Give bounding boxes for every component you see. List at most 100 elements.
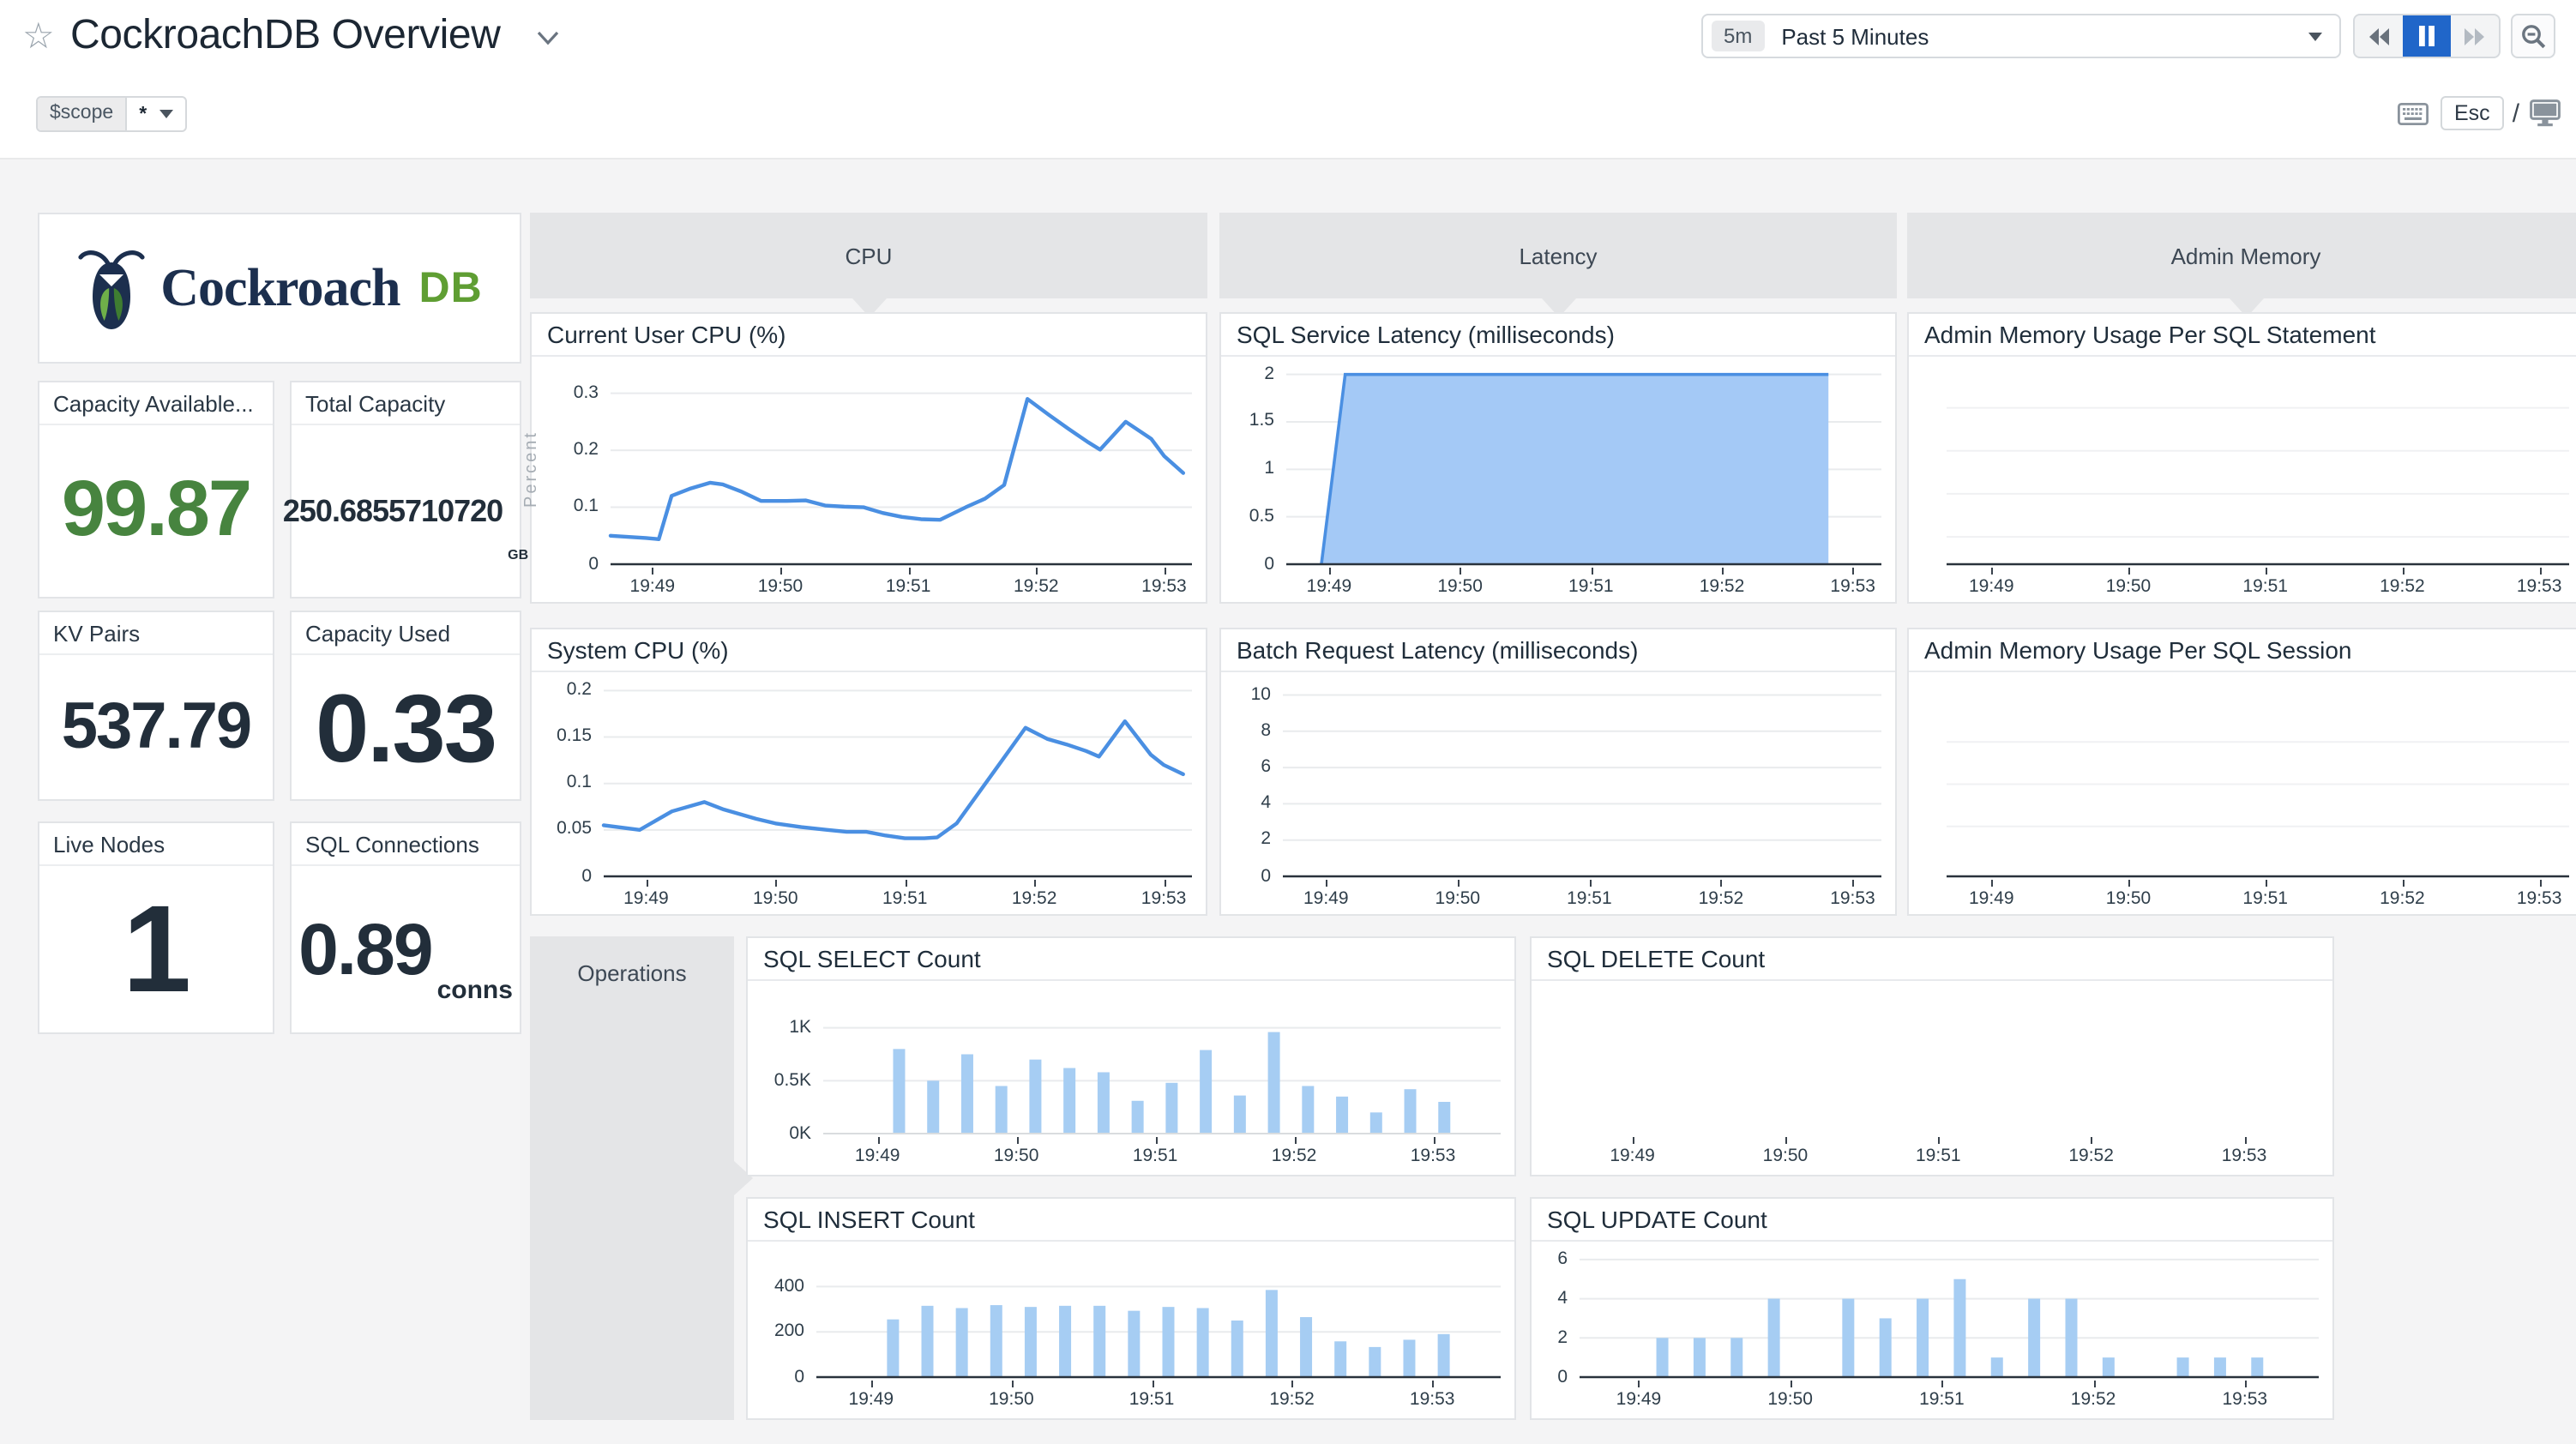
rewind-button[interactable]: [2355, 15, 2403, 57]
zoom-out-button[interactable]: [2511, 14, 2555, 58]
x-tick-mark: [1591, 568, 1593, 575]
y-tick-label: 400: [773, 1275, 804, 1297]
chart-plot-current-user-cpu[interactable]: 0 0.1 0.2 0.3 Percent 19:49 19:50 19:51 19:52 19:…: [522, 358, 1206, 602]
stat-card-live-nodes[interactable]: Live Nodes 1: [38, 821, 274, 1034]
x-tick-mark: [1326, 880, 1328, 887]
stat-label: SQL Connections: [292, 823, 520, 866]
favorite-star-icon[interactable]: ☆: [22, 15, 55, 58]
x-tick-mark: [1152, 1381, 1153, 1387]
x-tick-mark: [2539, 880, 2542, 887]
stat-card-sql-connections[interactable]: SQL Connections 0.89 conns: [290, 821, 521, 1034]
x-tick-mark: [1433, 1137, 1435, 1144]
chart-title: Admin Memory Usage Per SQL Session: [1909, 629, 2576, 672]
monitor-icon[interactable]: [2530, 99, 2561, 127]
cockroachdb-logo-card: Cockroach DB: [38, 213, 521, 364]
y-tick-label: 0.1: [573, 496, 599, 517]
page-title: CockroachDB Overview: [70, 12, 501, 58]
chart-plot-sql-service-latency[interactable]: 0 0.5 1 1.5 2 19:49 19:50 19:51 19:52 19:53: [1221, 358, 1895, 602]
x-tick-mark: [908, 568, 911, 575]
stat-label: KV Pairs: [39, 612, 273, 655]
chart-plot-admin-memory-statement[interactable]: 19:49 19:50 19:51 19:52 19:53: [1909, 358, 2576, 602]
chart-title: Current User CPU (%): [532, 314, 1206, 357]
chart-card-system-cpu: System CPU (%) 0 0.05 0.1 0.15 0.2 19:49 19:50…: [530, 628, 1207, 916]
x-tick-mark: [1941, 1381, 1944, 1387]
x-tick-mark: [1460, 568, 1462, 575]
section-tab-admin-memory[interactable]: Admin Memory: [1907, 213, 2576, 317]
section-tab-operations[interactable]: Operations: [530, 936, 753, 1420]
x-tick-mark: [1036, 568, 1038, 575]
x-tick-label: 19:53: [1409, 1389, 1455, 1410]
chart-plot-sql-select-count[interactable]: 0K 0.5K 1K 19:49 19:50 19:51 19:52 19:53: [748, 983, 1514, 1175]
x-tick-mark: [1938, 1137, 1941, 1144]
y-tick-label: 0: [588, 553, 599, 574]
y-tick-label: 0.3: [573, 382, 599, 403]
chart-plot-sql-update-count[interactable]: 0 2 4 6 19:49 19:50 19:51 19:52 19:53: [1532, 1243, 2332, 1418]
x-tick-label: 19:50: [989, 1389, 1034, 1410]
x-tick-label: 19:52: [1698, 888, 1744, 909]
y-tick-label: 1: [1264, 458, 1274, 479]
x-tick-mark: [1852, 568, 1855, 575]
esc-button[interactable]: Esc: [2441, 96, 2504, 130]
stat-value: 99.87: [61, 463, 252, 552]
stat-card-capacity-available[interactable]: Capacity Available... 99.87: [38, 381, 274, 599]
scope-label: $scope: [38, 98, 128, 130]
keyboard-icon[interactable]: [2398, 102, 2429, 124]
x-tick-label: 19:52: [2070, 1389, 2116, 1410]
cockroach-bug-icon: [77, 250, 144, 329]
x-tick-label: 19:51: [882, 888, 928, 909]
chart-plot-sql-delete-count[interactable]: 19:49 19:50 19:51 19:52 19:53: [1532, 983, 2332, 1175]
x-tick-mark: [2128, 568, 2130, 575]
section-tab-label: Latency: [1519, 243, 1598, 268]
section-tab-label: Admin Memory: [2170, 243, 2321, 268]
chart-plot-system-cpu[interactable]: 0 0.05 0.1 0.15 0.2 19:49 19:50 19:51 19:52 19:53: [532, 674, 1206, 914]
chart-plot-batch-request-latency[interactable]: 0 2 4 6 8 10 19:49 19:50 19:51 19:52 19:53: [1221, 674, 1895, 914]
x-tick-label: 19:49: [1616, 1389, 1662, 1410]
x-tick-label: 19:50: [757, 576, 803, 597]
x-tick-mark: [646, 880, 648, 887]
stat-value: 250.6855710720: [282, 493, 503, 527]
stat-label: Live Nodes: [39, 823, 273, 866]
scope-template-variable[interactable]: $scope *: [36, 96, 187, 132]
x-tick-mark: [1164, 568, 1166, 575]
time-range-select[interactable]: 5m Past 5 Minutes: [1701, 14, 2341, 58]
x-tick-label: 19:49: [854, 1146, 900, 1166]
top-bar: ☆ CockroachDB Overview 5m Past 5 Minutes: [0, 0, 2576, 158]
x-tick-label: 19:53: [1830, 576, 1875, 597]
stat-card-capacity-used[interactable]: Capacity Used 0.33: [290, 611, 521, 801]
scope-caret-icon: [159, 110, 173, 118]
x-tick-mark: [2265, 568, 2267, 575]
x-tick-label: 19:52: [1269, 1389, 1315, 1410]
chart-plot-admin-memory-session[interactable]: 19:49 19:50 19:51 19:52 19:53: [1909, 674, 2576, 914]
logo-db-text: DB: [418, 263, 483, 311]
section-tab-latency[interactable]: Latency: [1219, 213, 1897, 317]
chart-plot-sql-insert-count[interactable]: 0 200 400 19:49 19:50 19:51 19:52 19:53: [748, 1243, 1514, 1418]
x-tick-mark: [905, 880, 907, 887]
chart-card-admin-memory-session: Admin Memory Usage Per SQL Session 19:49…: [1907, 628, 2576, 916]
fast-forward-button[interactable]: [2451, 15, 2499, 57]
scope-value: *: [139, 104, 147, 124]
x-tick-mark: [1155, 1137, 1158, 1144]
stat-value: 537.79: [61, 690, 252, 762]
stat-card-kv-pairs[interactable]: KV Pairs 537.79: [38, 611, 274, 801]
title-chevron-down-icon[interactable]: [537, 31, 559, 46]
stat-label: Total Capacity: [292, 382, 520, 425]
stat-card-total-capacity[interactable]: Total Capacity 250.6855710720 GB: [283, 381, 528, 599]
section-tab-label: CPU: [845, 243, 893, 268]
chart-title: Admin Memory Usage Per SQL Statement: [1909, 314, 2576, 357]
chart-title: SQL Service Latency (milliseconds): [1221, 314, 1895, 357]
chart-title: Batch Request Latency (milliseconds): [1221, 629, 1895, 672]
y-tick-label: 0: [1264, 553, 1274, 574]
section-tab-label: Operations: [577, 960, 687, 986]
x-tick-mark: [2402, 880, 2404, 887]
section-tab-cpu[interactable]: CPU: [530, 213, 1207, 317]
x-tick-mark: [877, 1137, 880, 1144]
logo-wordmark: Cockroach: [160, 257, 400, 317]
x-tick-label: 19:53: [2516, 576, 2562, 597]
y-tick-label: 10: [1250, 683, 1271, 705]
x-tick-label: 19:52: [1014, 576, 1059, 597]
pause-button[interactable]: [2403, 15, 2451, 57]
x-tick-mark: [2093, 1381, 2096, 1387]
y-tick-label: 0: [794, 1366, 804, 1387]
x-tick-mark: [2128, 880, 2130, 887]
x-tick-mark: [2244, 1137, 2246, 1144]
